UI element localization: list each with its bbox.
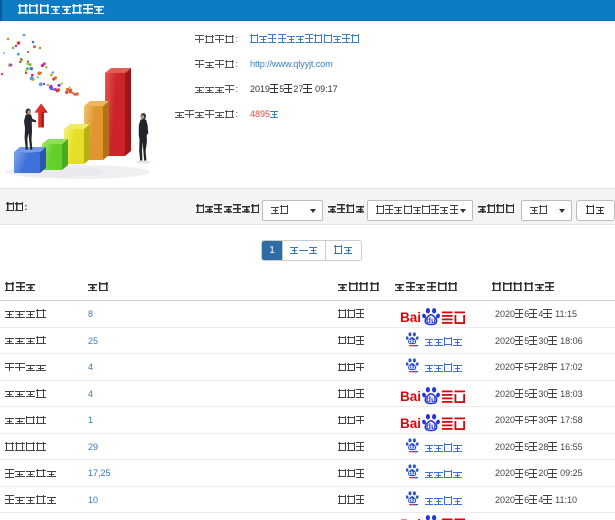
svg-text:Bai: Bai: [400, 389, 421, 404]
svg-text:du: du: [426, 395, 436, 404]
svg-text:du: du: [426, 422, 436, 431]
svg-text:du: du: [409, 339, 415, 345]
svg-text:du: du: [409, 445, 415, 451]
svg-text:du: du: [409, 471, 415, 477]
svg-text:du: du: [426, 315, 436, 324]
svg-text:du: du: [409, 498, 415, 504]
svg-text:Bai: Bai: [400, 310, 421, 325]
svg-text:Bai: Bai: [400, 416, 421, 431]
svg-text:du: du: [409, 365, 415, 371]
